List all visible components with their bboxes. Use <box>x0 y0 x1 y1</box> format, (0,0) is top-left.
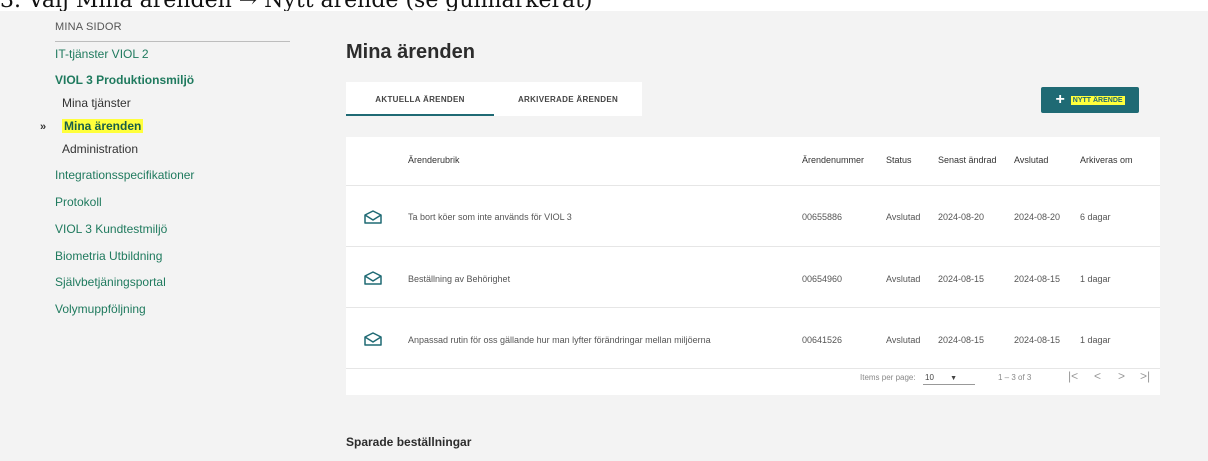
column-header-arkiveras-om[interactable]: Arkiveras om <box>1080 155 1133 165</box>
row-divider <box>346 368 1160 369</box>
cases-table: Ärenderubrik Ärendenummer Status Senast … <box>346 137 1160 395</box>
first-page-icon[interactable]: |< <box>1068 369 1078 383</box>
new-case-button[interactable]: + NYTT ÄRENDE <box>1041 87 1139 113</box>
row-title[interactable]: Anpassad rutin för oss gällande hur man … <box>408 335 711 345</box>
items-per-page-value: 10 <box>925 373 934 382</box>
sidebar-item-viol3-produktionsmiljo[interactable]: VIOL 3 Produktionsmiljö <box>55 73 194 87</box>
row-divider <box>346 246 1160 247</box>
sidebar-item-mina-tjanster[interactable]: Mina tjänster <box>62 96 131 110</box>
sidebar-item-administration[interactable]: Administration <box>62 142 138 156</box>
row-archive: 1 dagar <box>1080 335 1111 345</box>
next-page-icon[interactable]: > <box>1118 369 1125 383</box>
sidebar-heading: MINA SIDOR <box>55 21 122 33</box>
row-changed: 2024-08-15 <box>938 335 985 345</box>
envelope-open-icon <box>364 210 382 224</box>
sidebar-item-viol3-kundtestmiljo[interactable]: VIOL 3 Kundtestmiljö <box>55 222 167 236</box>
row-closed: 2024-08-20 <box>1014 212 1061 222</box>
row-number: 00654960 <box>802 274 843 284</box>
plus-icon: + <box>1055 91 1065 108</box>
tab-arkiverade-arenden[interactable]: ARKIVERADE ÄRENDEN <box>494 82 642 116</box>
row-number: 00641526 <box>802 335 843 345</box>
sidebar-item-protokoll[interactable]: Protokoll <box>55 195 102 209</box>
row-status: Avslutad <box>886 274 921 284</box>
pagination-range: 1 – 3 of 3 <box>998 373 1032 382</box>
row-title[interactable]: Beställning av Behörighet <box>408 274 510 284</box>
row-status: Avslutad <box>886 335 921 345</box>
row-archive: 1 dagar <box>1080 274 1111 284</box>
sidebar-item-mina-arenden[interactable]: Mina ärenden <box>62 119 144 133</box>
sidebar-item-it-tjanster-viol2[interactable]: IT-tjänster VIOL 2 <box>55 47 149 61</box>
active-item-marker-icon: » <box>40 121 47 133</box>
sidebar: MINA SIDOR IT-tjänster VIOL 2 VIOL 3 Pro… <box>0 11 300 461</box>
envelope-open-icon <box>364 271 382 285</box>
sidebar-item-sjalvbetjaningsportal[interactable]: Självbetjäningsportal <box>55 275 166 289</box>
app-window: MINA SIDOR IT-tjänster VIOL 2 VIOL 3 Pro… <box>0 11 1208 461</box>
sidebar-item-biometria-utbildning[interactable]: Biometria Utbildning <box>55 249 162 263</box>
row-divider <box>346 307 1160 308</box>
tab-bar: AKTUELLA ÄRENDEN ARKIVERADE ÄRENDEN <box>346 82 642 116</box>
last-page-icon[interactable]: >| <box>1140 369 1150 383</box>
row-title[interactable]: Ta bort köer som inte används för VIOL 3 <box>408 212 572 222</box>
page-title: Mina ärenden <box>346 41 475 63</box>
row-archive: 6 dagar <box>1080 212 1111 222</box>
sidebar-divider <box>55 41 290 42</box>
row-number: 00655886 <box>802 212 843 222</box>
row-closed: 2024-08-15 <box>1014 274 1061 284</box>
column-header-arendenummer[interactable]: Ärendenummer <box>802 155 864 165</box>
sidebar-item-integrationsspecifikationer[interactable]: Integrationsspecifikationer <box>55 168 194 182</box>
tab-aktuella-arenden[interactable]: AKTUELLA ÄRENDEN <box>346 82 494 116</box>
chevron-down-icon: ▼ <box>950 375 958 382</box>
row-status: Avslutad <box>886 212 921 222</box>
previous-page-icon[interactable]: < <box>1094 369 1101 383</box>
column-header-arenderubrik[interactable]: Ärenderubrik <box>408 155 460 165</box>
column-header-senast-andrad[interactable]: Senast ändrad <box>938 155 997 165</box>
envelope-open-icon <box>364 332 382 346</box>
row-closed: 2024-08-15 <box>1014 335 1061 345</box>
items-per-page-underline <box>923 384 975 385</box>
row-divider <box>346 185 1160 186</box>
saved-orders-title: Sparade beställningar <box>346 435 472 449</box>
row-changed: 2024-08-15 <box>938 274 985 284</box>
column-header-avslutad[interactable]: Avslutad <box>1014 155 1048 165</box>
row-changed: 2024-08-20 <box>938 212 985 222</box>
new-case-button-label: NYTT ÄRENDE <box>1070 95 1125 105</box>
column-header-status[interactable]: Status <box>886 155 912 165</box>
sidebar-item-volymuppfoljning[interactable]: Volymuppföljning <box>55 302 146 316</box>
items-per-page-select[interactable]: 10 ▼ <box>925 373 957 382</box>
sidebar-item-label: Mina ärenden <box>62 119 144 133</box>
items-per-page-label: Items per page: <box>860 373 916 382</box>
